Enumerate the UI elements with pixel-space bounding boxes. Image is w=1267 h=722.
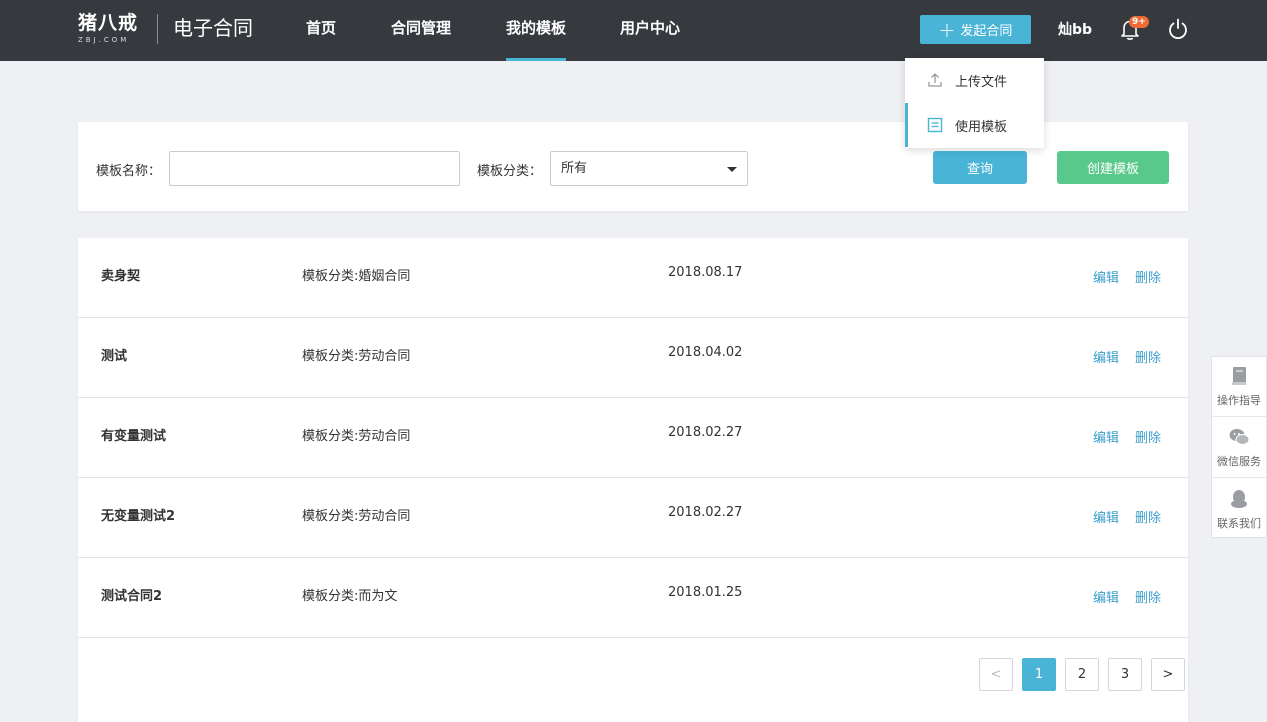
template-category-select[interactable]: 所有: [550, 151, 748, 186]
template-category-value: 所有: [561, 161, 588, 176]
template-date: 2018.01.25: [668, 585, 743, 600]
delete-link[interactable]: 删除: [1135, 587, 1161, 606]
template-category: 模板分类:而为文: [302, 589, 398, 604]
template-date: 2018.08.17: [668, 265, 743, 280]
query-button[interactable]: 查询: [933, 151, 1027, 184]
side-item-label: 联系我们: [1217, 516, 1261, 530]
pagination-page-3[interactable]: 3: [1108, 658, 1142, 691]
power-icon[interactable]: [1165, 16, 1191, 42]
dropdown-item-label: 使用模板: [955, 119, 1008, 135]
template-name: 测试: [101, 349, 128, 364]
table-row: 测试 模板分类:劳动合同 2018.04.02 编辑 删除: [78, 318, 1188, 398]
template-date: 2018.04.02: [668, 345, 743, 360]
side-item-label: 操作指导: [1217, 394, 1261, 407]
template-name: 测试合同2: [101, 589, 163, 604]
template-category: 模板分类:婚姻合同: [302, 269, 411, 284]
dropdown-item-use-template[interactable]: 使用模板: [905, 103, 1044, 147]
template-category: 模板分类:劳动合同: [302, 509, 411, 524]
edit-link[interactable]: 编辑: [1093, 587, 1119, 606]
template-name: 有变量测试: [101, 429, 167, 444]
pagination-page-2[interactable]: 2: [1065, 658, 1099, 691]
book-icon: [1232, 367, 1246, 385]
nav-user-center[interactable]: 用户中心: [620, 0, 680, 61]
pagination-prev[interactable]: <: [979, 658, 1013, 691]
launch-contract-label: 发起合同: [960, 24, 1013, 39]
template-list: 卖身契 模板分类:婚姻合同 2018.08.17 编辑 删除 测试 模板分类:劳…: [78, 238, 1188, 722]
dropdown-item-label: 上传文件: [955, 74, 1008, 90]
logo-sub-text: ZBJ.COM: [78, 36, 130, 44]
template-name: 卖身契: [101, 269, 141, 284]
notification-badge: 9+: [1129, 16, 1149, 28]
edit-link[interactable]: 编辑: [1093, 267, 1119, 286]
top-header: 猪八戒 ZBJ.COM 电子合同 首页 合同管理 我的模板 用户中心 + 发起合…: [0, 0, 1267, 61]
template-date: 2018.02.27: [668, 505, 743, 520]
launch-contract-button[interactable]: + 发起合同: [920, 15, 1031, 44]
logo[interactable]: 猪八戒 ZBJ.COM: [78, 12, 140, 48]
template-category: 模板分类:劳动合同: [302, 429, 411, 444]
side-item-contact[interactable]: 联系我们: [1212, 479, 1266, 539]
table-row: 无变量测试2 模板分类:劳动合同 2018.02.27 编辑 删除: [78, 478, 1188, 558]
nav-home[interactable]: 首页: [306, 0, 336, 61]
side-item-wechat[interactable]: 微信服务: [1212, 418, 1266, 478]
template-name-label: 模板名称：: [96, 164, 162, 179]
logo-divider: [157, 14, 158, 44]
wechat-icon: [1229, 429, 1250, 445]
delete-link[interactable]: 删除: [1135, 347, 1161, 366]
create-template-button[interactable]: 创建模板: [1057, 151, 1169, 184]
edit-link[interactable]: 编辑: [1093, 427, 1119, 446]
plus-icon: +: [938, 17, 956, 42]
edit-link[interactable]: 编辑: [1093, 347, 1119, 366]
dropdown-item-upload-file[interactable]: 上传文件: [905, 58, 1044, 102]
side-toolbar: 操作指导 微信服务 联系我们: [1211, 356, 1267, 538]
upload-icon: [928, 73, 942, 87]
delete-link[interactable]: 删除: [1135, 507, 1161, 526]
template-category-label: 模板分类：: [477, 164, 543, 179]
qq-icon: [1231, 489, 1247, 508]
product-name: 电子合同: [173, 16, 253, 40]
side-item-guide[interactable]: 操作指导: [1212, 357, 1266, 417]
pagination-next[interactable]: >: [1151, 658, 1185, 691]
table-row: 测试合同2 模板分类:而为文 2018.01.25 编辑 删除: [78, 558, 1188, 638]
launch-dropdown-menu: 上传文件 使用模板: [905, 58, 1044, 148]
chevron-down-icon: [727, 167, 737, 172]
template-icon: [927, 117, 943, 133]
pagination-page-1[interactable]: 1: [1022, 658, 1056, 691]
table-row: 卖身契 模板分类:婚姻合同 2018.08.17 编辑 删除: [78, 238, 1188, 318]
edit-link[interactable]: 编辑: [1093, 507, 1119, 526]
nav-my-templates[interactable]: 我的模板: [506, 0, 567, 61]
delete-link[interactable]: 删除: [1135, 267, 1161, 286]
template-category: 模板分类:劳动合同: [302, 349, 411, 364]
username[interactable]: 灿bb: [1058, 19, 1092, 39]
delete-link[interactable]: 删除: [1135, 427, 1161, 446]
template-date: 2018.02.27: [668, 425, 743, 440]
logo-main-text: 猪八戒: [78, 12, 139, 34]
template-name: 无变量测试2: [101, 509, 176, 524]
nav-contract-management[interactable]: 合同管理: [391, 0, 451, 61]
template-name-input[interactable]: [169, 151, 460, 186]
table-row: 有变量测试 模板分类:劳动合同 2018.02.27 编辑 删除: [78, 398, 1188, 478]
side-item-label: 微信服务: [1217, 455, 1261, 468]
